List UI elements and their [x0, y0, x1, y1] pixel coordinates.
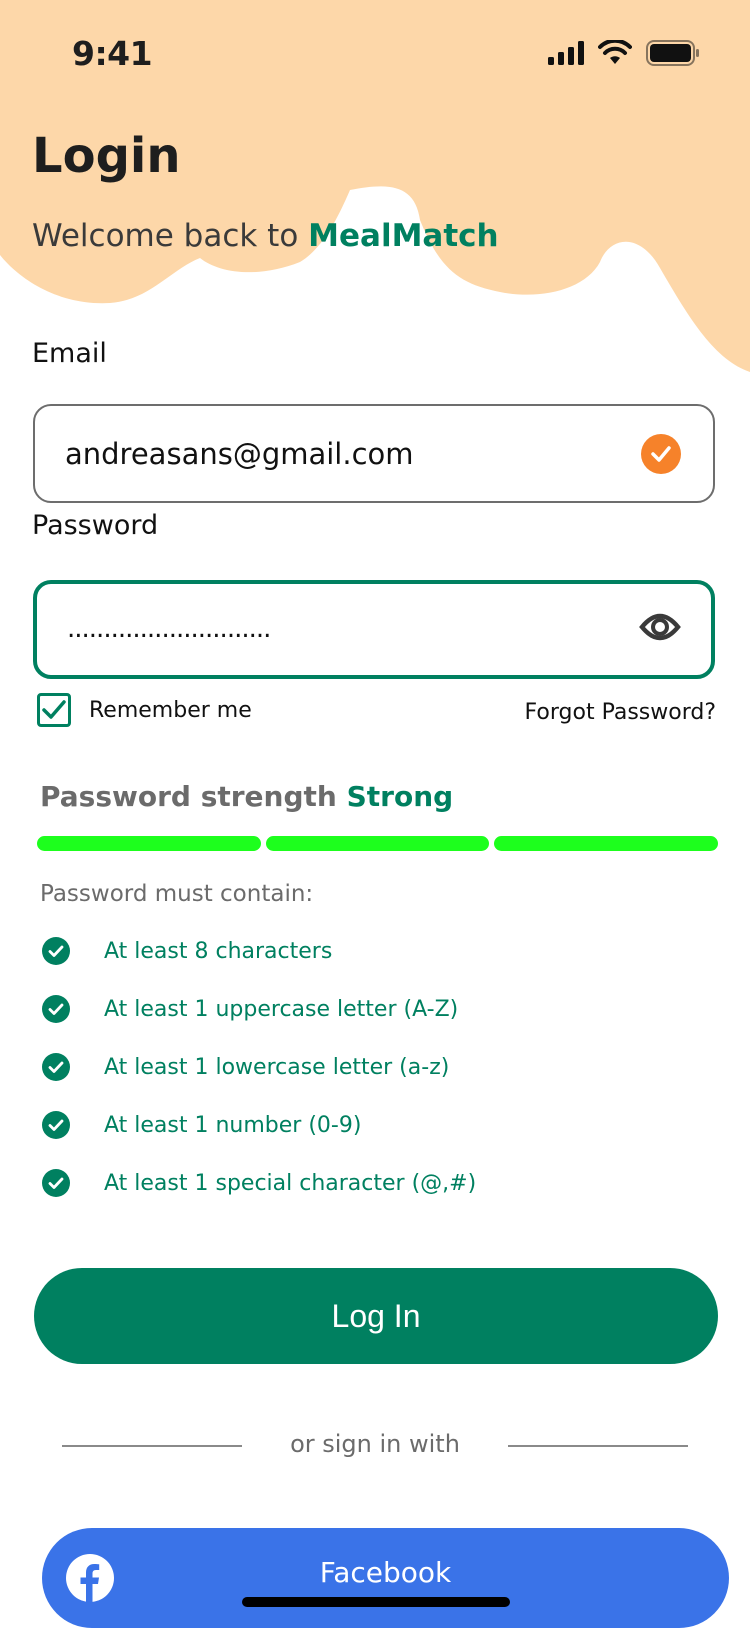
status-bar: 9:41 — [0, 0, 750, 110]
email-valid-icon — [641, 433, 681, 474]
strength-prefix: Password strength — [40, 780, 347, 813]
check-circle-icon — [42, 1169, 70, 1197]
check-circle-icon — [42, 937, 70, 965]
requirement-item: At least 8 characters — [42, 922, 476, 980]
social-divider: or sign in with — [62, 1430, 688, 1460]
password-strength: Password strength Strong — [40, 780, 453, 813]
check-circle-icon — [42, 1111, 70, 1139]
divider-line — [508, 1445, 688, 1447]
requirements-heading: Password must contain: — [40, 881, 314, 907]
password-label: Password — [32, 510, 159, 541]
wifi-icon — [598, 40, 632, 64]
strength-bars — [37, 836, 719, 851]
home-indicator[interactable] — [242, 1597, 510, 1607]
password-field[interactable]: ............................ — [33, 580, 715, 679]
page-title: Login — [32, 128, 181, 184]
remember-me-checkbox[interactable] — [37, 693, 71, 727]
requirement-item: At least 1 number (0-9) — [42, 1096, 476, 1154]
facebook-label: Facebook — [319, 1556, 452, 1589]
brand-name: MealMatch — [308, 218, 499, 254]
check-circle-icon — [42, 995, 70, 1023]
remember-me[interactable]: Remember me — [37, 693, 252, 727]
requirement-item: At least 1 uppercase letter (A-Z) — [42, 980, 476, 1038]
remember-me-label: Remember me — [89, 697, 252, 723]
status-time: 9:41 — [72, 34, 153, 73]
check-circle-icon — [42, 1053, 70, 1081]
show-password-eye-icon[interactable] — [639, 610, 681, 648]
requirement-text: At least 1 special character (@,#) — [104, 1170, 477, 1196]
welcome-prefix: Welcome back to — [32, 218, 309, 254]
strength-level: Strong — [346, 780, 454, 813]
forgot-password-link[interactable]: Forgot Password? — [525, 700, 716, 725]
email-field[interactable]: andreasans@gmail.com — [33, 404, 715, 503]
log-in-button[interactable]: Log In — [34, 1268, 718, 1364]
strength-bar-segment — [494, 836, 719, 851]
cellular-signal-icon — [548, 41, 584, 65]
status-icons — [548, 40, 700, 66]
requirement-text: At least 8 characters — [104, 938, 333, 964]
checkmark-icon — [42, 700, 66, 719]
email-label: Email — [32, 338, 107, 369]
battery-icon — [646, 40, 699, 66]
facebook-button[interactable]: Facebook — [42, 1528, 729, 1628]
requirement-text: At least 1 lowercase letter (a-z) — [104, 1054, 450, 1080]
email-value[interactable]: andreasans@gmail.com — [65, 437, 414, 471]
password-value[interactable]: ............................ — [67, 614, 271, 644]
strength-bar-segment — [37, 836, 261, 851]
requirements-list: At least 8 characters At least 1 upperca… — [42, 922, 476, 1212]
divider-text: or sign in with — [290, 1430, 460, 1458]
requirement-item: At least 1 lowercase letter (a-z) — [42, 1038, 476, 1096]
strength-bar-segment — [265, 836, 490, 851]
requirement-item: At least 1 special character (@,#) — [42, 1154, 476, 1212]
welcome-text: Welcome back to MealMatch — [32, 218, 499, 254]
requirement-text: At least 1 uppercase letter (A-Z) — [104, 996, 459, 1022]
requirement-text: At least 1 number (0-9) — [104, 1112, 362, 1138]
